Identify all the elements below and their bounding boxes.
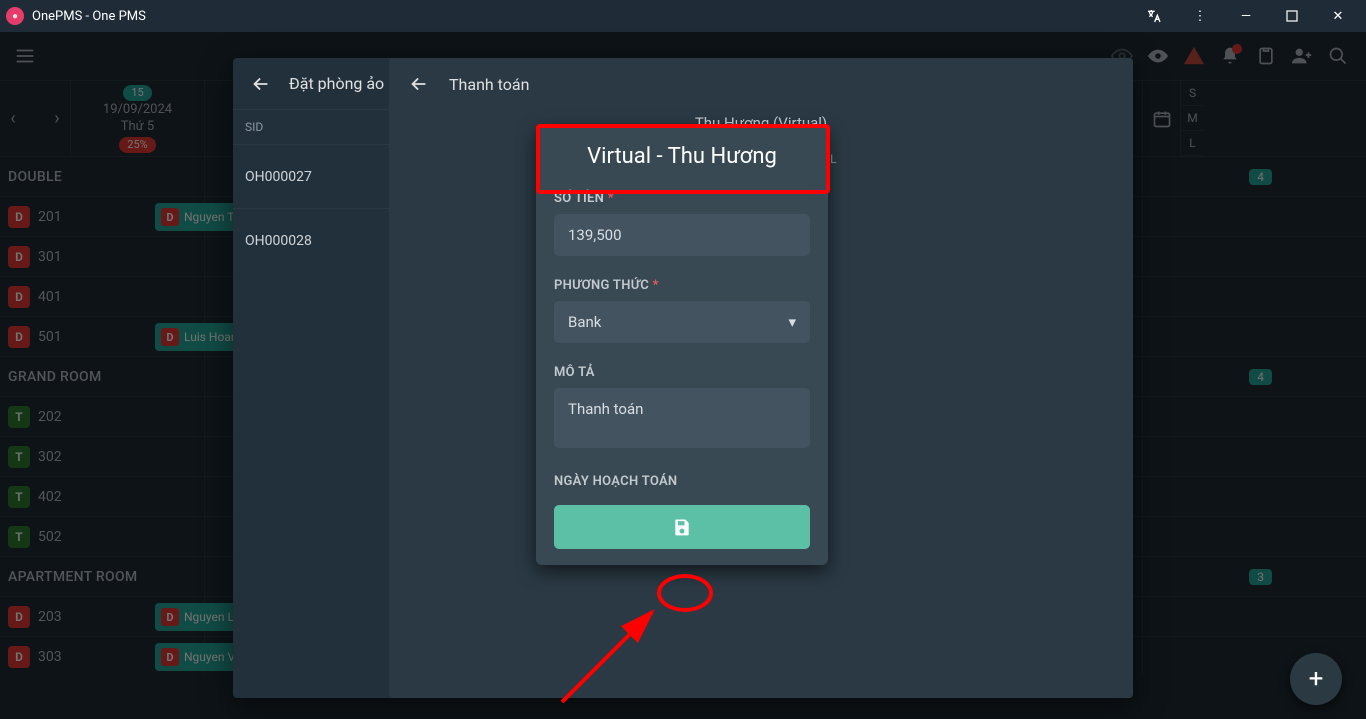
window-title: OnePMS - One PMS bbox=[32, 9, 1132, 24]
panel-title: Thanh toán bbox=[449, 75, 529, 94]
amount-input[interactable] bbox=[554, 214, 810, 256]
booking-sid: OH000028 bbox=[245, 233, 365, 249]
back-button[interactable] bbox=[245, 68, 277, 100]
method-label: PHƯƠNG THỨC * bbox=[554, 278, 810, 293]
panel-title: Đặt phòng ảo bbox=[289, 74, 384, 93]
date-label: NGÀY HOẠCH TOÁN bbox=[554, 474, 810, 489]
amount-label: SỐ TIỀN * bbox=[554, 191, 810, 206]
payment-modal: Virtual - Thu Hương SỐ TIỀN * PHƯƠNG THỨ… bbox=[536, 126, 828, 565]
desc-label: MÔ TẢ bbox=[554, 365, 810, 380]
window-maximize-button[interactable] bbox=[1270, 0, 1314, 32]
method-select[interactable]: Bank ▾ bbox=[554, 301, 810, 343]
window-minimize-button[interactable]: — bbox=[1224, 0, 1268, 32]
modal-title: Virtual - Thu Hương bbox=[554, 144, 810, 169]
window-titlebar: ● OnePMS - One PMS ⋮ — ✕ bbox=[0, 0, 1366, 32]
app-logo-icon: ● bbox=[6, 7, 24, 25]
save-button[interactable] bbox=[554, 505, 810, 549]
col-sid: SID bbox=[245, 120, 345, 134]
translate-icon[interactable] bbox=[1132, 0, 1176, 32]
save-icon bbox=[672, 517, 692, 537]
fab-add-button[interactable]: + bbox=[1290, 653, 1342, 705]
window-more-icon[interactable]: ⋮ bbox=[1178, 0, 1222, 32]
back-button[interactable] bbox=[403, 68, 435, 100]
window-close-button[interactable]: ✕ bbox=[1316, 0, 1360, 32]
booking-sid: OH000027 bbox=[245, 169, 365, 185]
chevron-down-icon: ▾ bbox=[788, 313, 796, 331]
desc-input[interactable] bbox=[554, 388, 810, 448]
method-value: Bank bbox=[568, 313, 601, 331]
